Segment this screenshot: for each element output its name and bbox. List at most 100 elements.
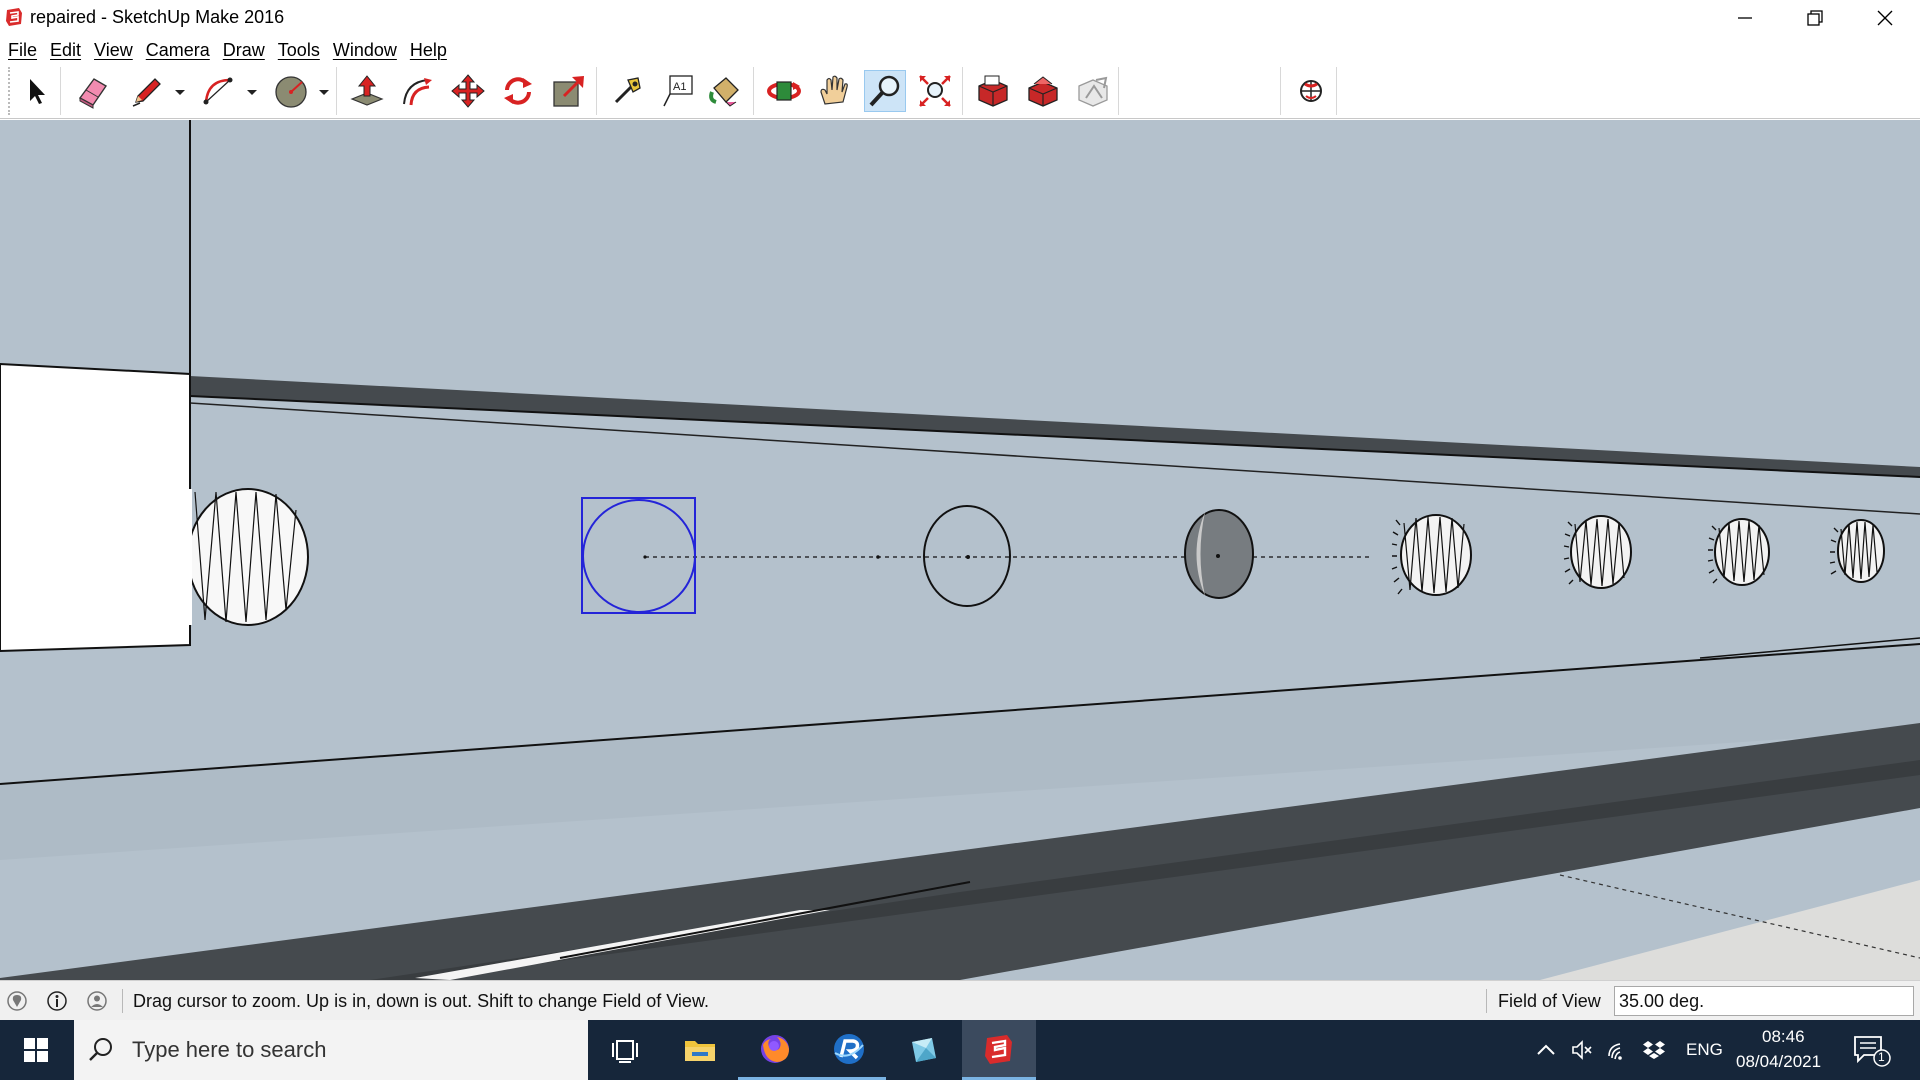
paint-bucket-tool-button[interactable] (704, 70, 746, 112)
clock-time[interactable]: 08:46 (1762, 1027, 1805, 1047)
user-account-icon[interactable] (86, 990, 108, 1012)
large-hatched-cylinder[interactable] (186, 488, 309, 626)
large-tool-set-toolbar: A1 (0, 64, 1920, 119)
3d-warehouse-button[interactable] (972, 70, 1014, 112)
menu-view[interactable]: View (94, 40, 133, 61)
push-pull-icon (350, 75, 384, 106)
toolbar-grip[interactable] (8, 67, 10, 115)
rotate-tool-button[interactable] (497, 70, 539, 112)
extension-warehouse-button[interactable] (1022, 70, 1064, 112)
firefox-icon (761, 1034, 789, 1063)
geolocation-status-icon[interactable] (6, 990, 28, 1012)
model-canvas[interactable] (0, 120, 1920, 980)
clock-date[interactable]: 08/04/2021 (1736, 1052, 1821, 1072)
window-title: repaired - SketchUp Make 2016 (30, 7, 285, 27)
orbit-tool-button[interactable] (763, 70, 805, 112)
model-viewport[interactable] (0, 120, 1920, 980)
shape-tool-button[interactable] (270, 70, 312, 112)
status-message: Drag cursor to zoom. Up is in, down is o… (133, 991, 709, 1011)
close-button[interactable] (1850, 0, 1920, 36)
windows-logo-icon (24, 1038, 48, 1062)
toolbar-separator (1118, 67, 1119, 115)
text-tool-button[interactable]: A1 (656, 70, 698, 112)
status-separator (122, 989, 123, 1013)
minimize-button[interactable] (1710, 0, 1780, 36)
crystal-app[interactable] (887, 1020, 961, 1080)
status-bar: Drag cursor to zoom. Up is in, down is o… (0, 980, 1920, 1020)
push-pull-tool-button[interactable] (346, 70, 388, 112)
share-model-icon (1078, 76, 1108, 107)
minimize-icon (1738, 17, 1752, 19)
chevron-down-icon[interactable] (246, 86, 258, 98)
shaded-hole[interactable] (1184, 509, 1254, 599)
chevron-down-icon[interactable] (318, 86, 330, 98)
move-icon (451, 74, 485, 108)
search-icon (89, 1038, 112, 1061)
restore-button[interactable] (1780, 0, 1850, 36)
move-tool-button[interactable] (447, 70, 489, 112)
toolbar-separator (336, 67, 337, 115)
title-bar: repaired - SketchUp Make 2016 (0, 0, 1920, 36)
menu-camera[interactable]: Camera (146, 40, 210, 61)
notification-count: 1 (1878, 1050, 1885, 1064)
share-model-button[interactable] (1072, 70, 1114, 112)
firefox-app[interactable] (738, 1020, 812, 1080)
wifi-icon[interactable] (1606, 1038, 1630, 1062)
menu-window[interactable]: Window (333, 40, 397, 61)
zoom-tool-button[interactable] (864, 70, 906, 112)
sketchup-window: repaired - SketchUp Make 2016 File Edit … (0, 0, 1920, 1080)
measurement-value-box[interactable]: 35.00 deg. (1614, 986, 1914, 1016)
sketchup-logo-icon (985, 1034, 1012, 1064)
rsync-app[interactable] (812, 1020, 886, 1080)
circle-shape-icon (275, 76, 307, 108)
file-explorer-app[interactable] (663, 1020, 737, 1080)
chevron-down-icon[interactable] (174, 86, 186, 98)
sketchup-taskbar-app[interactable] (962, 1020, 1036, 1080)
credits-info-icon[interactable] (46, 990, 68, 1012)
notification-icon (1854, 1036, 1891, 1067)
hand-icon (820, 75, 848, 105)
menu-draw[interactable]: Draw (223, 40, 265, 61)
orbit-icon (767, 81, 801, 101)
arc-tool-button[interactable] (198, 70, 240, 112)
zoom-extents-tool-button[interactable] (914, 70, 956, 112)
taskbar-search-box[interactable]: Type here to search (74, 1020, 588, 1080)
tape-measure-icon (614, 77, 641, 104)
text-icon: A1 (663, 75, 693, 107)
3d-warehouse-icon (978, 75, 1008, 107)
arc-icon (203, 77, 233, 105)
arrow-cursor-icon (30, 79, 45, 104)
select-tool-button[interactable] (15, 70, 57, 112)
menu-help[interactable]: Help (410, 40, 447, 61)
offset-tool-button[interactable] (396, 70, 438, 112)
speaker-muted-icon[interactable] (1570, 1038, 1594, 1062)
scale-tool-button[interactable] (548, 70, 590, 112)
dropbox-icon[interactable] (1642, 1038, 1666, 1062)
toolbar-separator (753, 67, 754, 115)
tape-measure-tool-button[interactable] (606, 70, 648, 112)
close-icon (1877, 10, 1893, 26)
folder-icon (685, 1041, 715, 1061)
paint-bucket-icon (709, 77, 739, 107)
menu-file[interactable]: File (8, 40, 37, 61)
action-center-button[interactable]: 1 (1852, 1034, 1892, 1068)
svg-text:A1: A1 (673, 81, 686, 93)
start-button[interactable] (0, 1020, 72, 1080)
language-indicator[interactable]: ENG (1686, 1040, 1723, 1060)
extension-warehouse-icon (1028, 76, 1058, 107)
geolocation-button[interactable] (1290, 70, 1332, 112)
toolbar-separator (962, 67, 963, 115)
search-placeholder: Type here to search (132, 1037, 327, 1062)
toolbar-separator (1280, 67, 1281, 115)
task-view-button[interactable] (588, 1020, 662, 1080)
chevron-up-icon[interactable] (1534, 1038, 1558, 1062)
line-tool-button[interactable] (126, 70, 168, 112)
eraser-tool-button[interactable] (72, 70, 114, 112)
white-panel (0, 362, 191, 653)
menu-tools[interactable]: Tools (278, 40, 320, 61)
measurement-label: Field of View (1498, 991, 1601, 1011)
menu-edit[interactable]: Edit (50, 40, 81, 61)
pan-tool-button[interactable] (813, 70, 855, 112)
offset-icon (403, 78, 432, 106)
toolbar-separator (60, 67, 61, 115)
